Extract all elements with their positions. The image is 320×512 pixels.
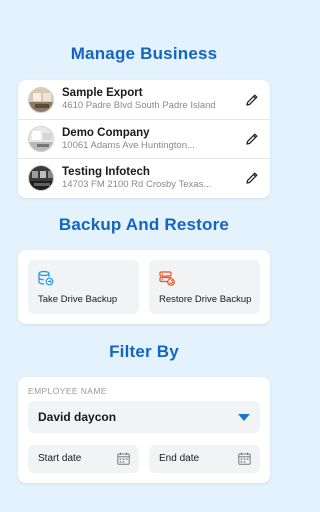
filter-card: EMPLOYEE NAME David daycon Start date En…: [18, 377, 270, 483]
business-name: Sample Export: [62, 87, 143, 99]
business-avatar: [28, 126, 54, 152]
restore-drive-backup-button[interactable]: Restore Drive Backup: [149, 260, 260, 314]
business-row-testing-infotech[interactable]: Testing Infotech 14703 FM 2100 Rd Crosby…: [18, 158, 270, 197]
business-address: 10061 Adams Ave Huntington...: [62, 139, 195, 151]
backup-card: Take Drive Backup Restore Drive Backup: [18, 250, 270, 324]
start-date-placeholder: Start date: [38, 453, 82, 464]
business-address: 4610 Padre Blvd South Padre Island: [62, 100, 216, 111]
database-restore-icon: [159, 271, 175, 286]
database-backup-icon: [38, 270, 54, 286]
caret-down-icon: [238, 414, 250, 421]
employee-name-select[interactable]: David daycon: [28, 401, 260, 433]
employee-name-label: EMPLOYEE NAME: [28, 386, 107, 396]
business-avatar: [28, 165, 54, 191]
manage-business-title: Manage Business: [70, 44, 218, 63]
pencil-icon[interactable]: [244, 92, 260, 108]
business-row-demo-company[interactable]: Demo Company 10061 Adams Ave Huntington.…: [18, 119, 270, 158]
take-drive-backup-label: Take Drive Backup: [38, 294, 118, 305]
end-date-field[interactable]: End date: [149, 445, 260, 473]
restore-drive-backup-label: Restore Drive Backup: [159, 294, 252, 305]
pencil-icon[interactable]: [244, 131, 260, 147]
calendar-icon: [117, 452, 130, 465]
end-date-placeholder: End date: [159, 453, 200, 464]
business-list-card: Sample Export 4610 Padre Blvd South Padr…: [18, 80, 270, 198]
backup-restore-title: Backup And Restore: [58, 215, 230, 234]
business-address: 14703 FM 2100 Rd Crosby Texas...: [62, 178, 212, 190]
business-name: Testing Infotech: [62, 165, 150, 178]
employee-name-value: David daycon: [38, 410, 117, 424]
business-avatar: [28, 86, 54, 113]
business-row-sample-export[interactable]: Sample Export 4610 Padre Blvd South Padr…: [18, 80, 270, 119]
pencil-icon[interactable]: [244, 170, 260, 186]
start-date-field[interactable]: Start date: [28, 445, 139, 473]
business-name: Demo Company: [62, 126, 150, 139]
calendar-icon: [238, 452, 251, 465]
filter-by-title: Filter By: [109, 342, 179, 361]
take-drive-backup-button[interactable]: Take Drive Backup: [28, 260, 139, 314]
